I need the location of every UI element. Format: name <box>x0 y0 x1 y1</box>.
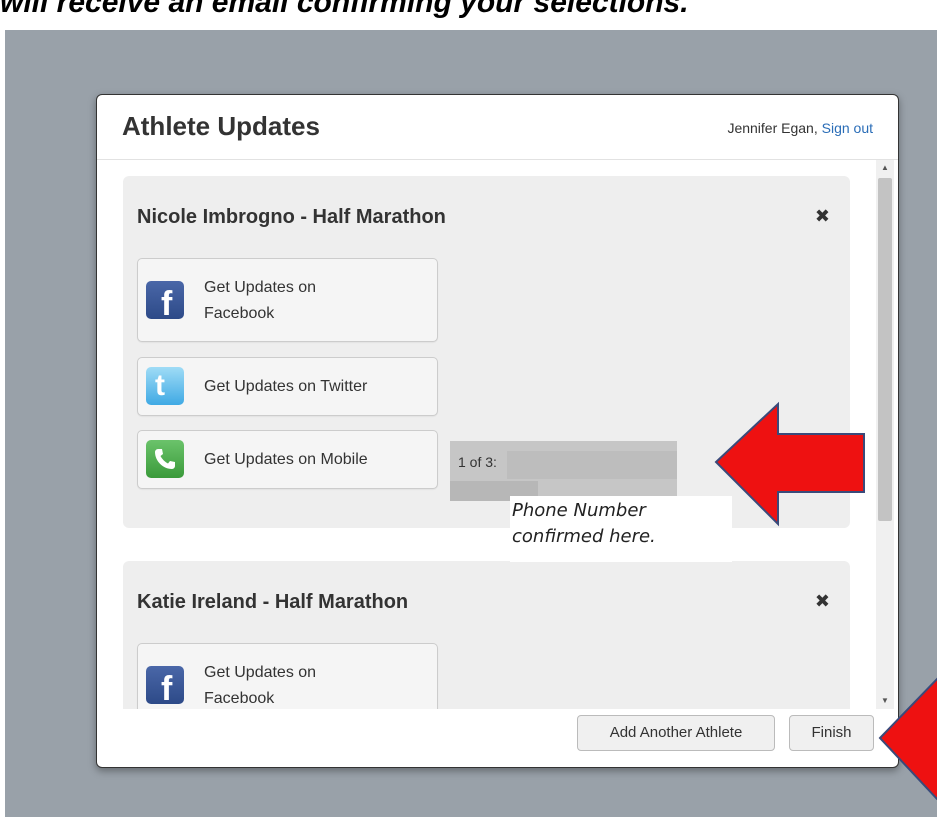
button-label: Facebook <box>204 690 275 707</box>
athlete-name: Nicole Imbrogno - Half Marathon <box>137 206 446 228</box>
facebook-icon: f <box>146 281 184 319</box>
mobile-confirmation-box: 1 of 3: <box>450 441 677 501</box>
twitter-updates-button[interactable]: t Get Updates on Twitter <box>137 357 438 416</box>
button-label: Get Updates on Twitter <box>204 378 368 395</box>
dialog-header: Athlete Updates Jennifer Egan, Sign out <box>97 95 898 160</box>
facebook-updates-button[interactable]: f Get Updates on Facebook <box>137 643 438 709</box>
remove-athlete-icon[interactable]: ✖ <box>815 591 830 612</box>
add-another-athlete-button[interactable]: Add Another Athlete <box>577 715 775 751</box>
facebook-icon: f <box>146 666 184 704</box>
redacted-phone <box>507 451 677 479</box>
twitter-icon: t <box>146 367 184 405</box>
annotation-text-line1: Phone Number <box>512 500 646 521</box>
vertical-scrollbar[interactable]: ▲ ▼ <box>876 160 894 709</box>
annotation-note: Phone Number confirmed here. <box>510 496 732 562</box>
scrollbar-thumb[interactable] <box>878 178 892 521</box>
sign-out-link[interactable]: Sign out <box>822 120 873 136</box>
phone-icon <box>146 440 184 478</box>
button-label: Facebook <box>204 305 275 322</box>
button-label: Get Updates on <box>204 664 317 681</box>
annotation-arrow-icon <box>878 677 937 800</box>
button-label: Get Updates on <box>204 279 317 296</box>
finish-button[interactable]: Finish <box>789 715 874 751</box>
dialog-footer: Add Another Athlete Finish <box>97 709 898 767</box>
user-name: Jennifer Egan, <box>727 120 818 136</box>
annotation-text-line2: confirmed here. <box>512 526 656 547</box>
remove-athlete-icon[interactable]: ✖ <box>815 206 830 227</box>
mobile-updates-button[interactable]: Get Updates on Mobile <box>137 430 438 489</box>
scroll-up-arrow-icon[interactable]: ▲ <box>876 160 894 176</box>
dialog-title: Athlete Updates <box>122 111 320 141</box>
confirmation-text: 1 of 3: <box>458 454 497 470</box>
button-label: Get Updates on Mobile <box>204 451 368 468</box>
athlete-name: Katie Ireland - Half Marathon <box>137 591 409 613</box>
instruction-banner: will receive an email confirming your se… <box>0 0 937 30</box>
user-info: Jennifer Egan, Sign out <box>727 120 873 136</box>
facebook-updates-button[interactable]: f Get Updates on Facebook <box>137 258 438 342</box>
banner-text: will receive an email confirming your se… <box>0 0 689 19</box>
annotation-arrow-icon <box>714 401 865 527</box>
athlete-card: Katie Ireland - Half Marathon ✖ f Get Up… <box>123 561 850 709</box>
